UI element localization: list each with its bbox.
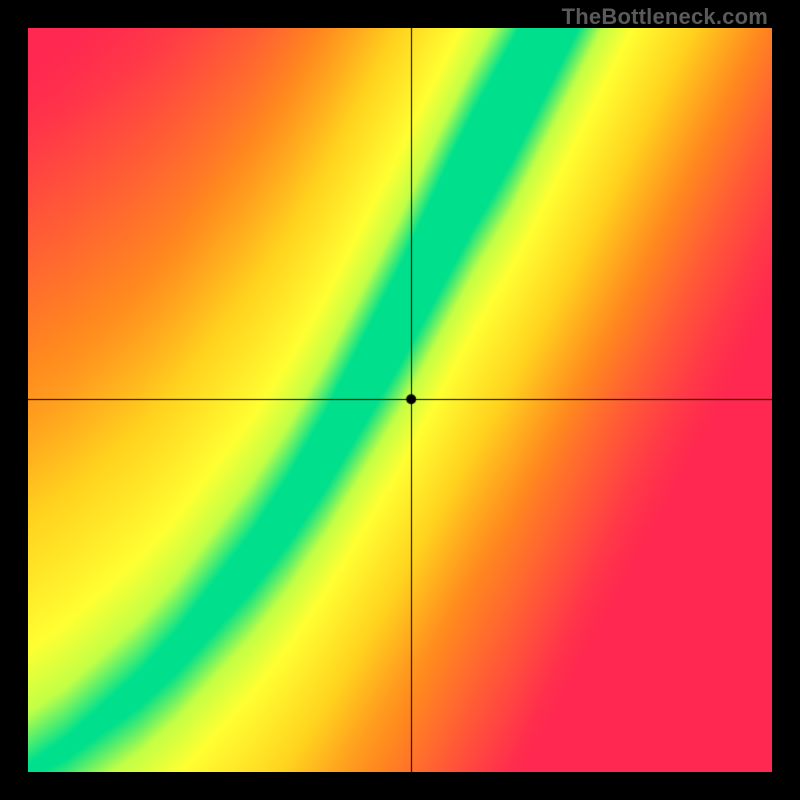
- plot-area: [28, 28, 772, 772]
- watermark-text: TheBottleneck.com: [562, 4, 768, 30]
- bottleneck-heatmap: [28, 28, 772, 772]
- chart-frame: TheBottleneck.com: [0, 0, 800, 800]
